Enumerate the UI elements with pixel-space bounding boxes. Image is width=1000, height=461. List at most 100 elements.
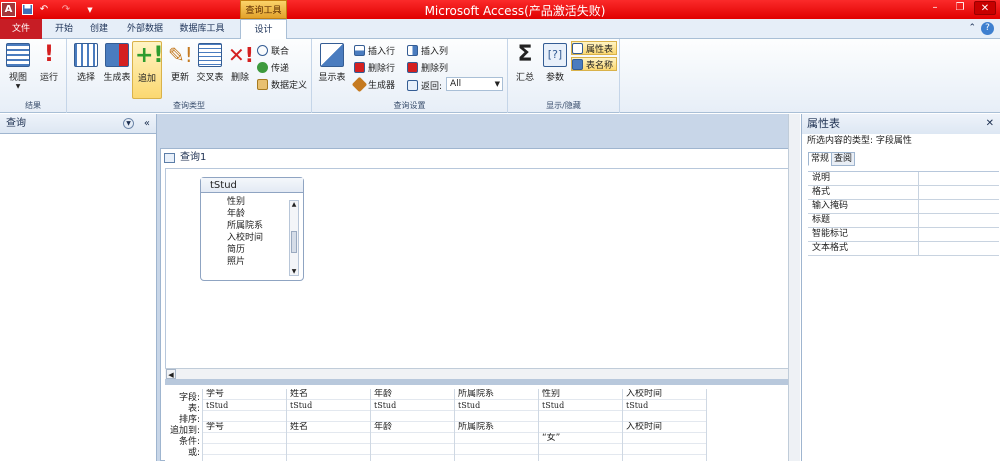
view-button[interactable]: 视图 ▼ — [3, 41, 33, 99]
grid-cell-sort[interactable] — [455, 411, 538, 422]
tab-file[interactable]: 文件 — [0, 19, 42, 39]
property-value[interactable] — [918, 214, 999, 227]
grid-cell-append-to[interactable]: 学号 — [203, 422, 286, 433]
tab-external-data[interactable]: 外部数据 — [122, 19, 168, 39]
tab-database-tools[interactable]: 数据库工具 — [174, 19, 230, 39]
tab-create[interactable]: 创建 — [85, 19, 113, 39]
query-tab[interactable]: 查询1 — [160, 150, 206, 166]
scroll-thumb[interactable] — [291, 231, 297, 253]
help-icon[interactable]: ? — [981, 22, 994, 35]
totals-button[interactable]: Σ 汇总 — [510, 41, 540, 99]
grid-cell-or[interactable] — [287, 444, 370, 455]
property-value[interactable] — [918, 242, 999, 255]
grid-cell-field[interactable]: 所属院系 — [455, 389, 538, 400]
nav-header[interactable]: 查询 ▼ « — [0, 114, 156, 134]
redo-icon[interactable]: ↷ — [58, 2, 74, 17]
grid-column[interactable]: 所属院系 tStud 所属院系 — [454, 389, 538, 461]
close-icon[interactable]: ✕ — [974, 1, 996, 15]
field-item[interactable]: 所属院系 — [201, 220, 303, 232]
pass-through-button[interactable]: 传递 — [257, 60, 289, 74]
collapse-icon[interactable]: « — [144, 114, 150, 134]
table-pane-scrollbar[interactable]: ◀ — [165, 368, 795, 379]
grid-cell-sort[interactable] — [371, 411, 454, 422]
union-button[interactable]: 联合 — [257, 43, 289, 57]
app-icon[interactable]: A — [1, 2, 16, 17]
maximize-icon[interactable]: ❐ — [949, 1, 971, 15]
grid-cell-table[interactable]: tStud — [371, 400, 454, 411]
property-row[interactable]: 说明 — [808, 172, 999, 186]
grid-column[interactable]: 入校时间 tStud 入校时间 — [622, 389, 706, 461]
field-item[interactable]: 简历 — [201, 244, 303, 256]
property-value[interactable] — [918, 186, 999, 199]
grid-cell-table[interactable]: tStud — [539, 400, 622, 411]
make-table-button[interactable]: 生成表 — [102, 41, 132, 99]
grid-cell-sort[interactable] — [203, 411, 286, 422]
field-list-scrollbar[interactable]: ▲ ▼ — [289, 200, 299, 276]
grid-cell-criteria[interactable] — [371, 433, 454, 444]
grid-cell-criteria[interactable] — [287, 433, 370, 444]
tab-general[interactable]: 常规 — [808, 152, 833, 166]
grid-cell-append-to[interactable] — [539, 422, 622, 433]
grid-cell-field[interactable]: 年龄 — [371, 389, 454, 400]
chevron-left-icon[interactable]: ◀ — [166, 369, 176, 379]
update-button[interactable]: ✎! 更新 — [165, 41, 195, 99]
append-button[interactable]: +! 追加 — [132, 41, 163, 99]
grid-cell-criteria[interactable] — [203, 433, 286, 444]
data-definition-button[interactable]: 数据定义 — [257, 77, 307, 91]
grid-cell-criteria[interactable] — [455, 433, 538, 444]
property-row[interactable]: 文本格式 — [808, 242, 999, 256]
close-icon[interactable]: ✕ — [986, 114, 994, 134]
grid-column[interactable]: 姓名 tStud 姓名 — [286, 389, 370, 461]
grid-cell-sort[interactable] — [287, 411, 370, 422]
grid-cell-field[interactable]: 姓名 — [287, 389, 370, 400]
grid-cell-table[interactable]: tStud — [287, 400, 370, 411]
field-item[interactable]: 入校时间 — [201, 232, 303, 244]
grid-cell-append-to[interactable]: 入校时间 — [623, 422, 706, 433]
delete-query-button[interactable]: ✕! 删除 — [225, 41, 255, 99]
grid-cell-field[interactable]: 学号 — [203, 389, 286, 400]
grid-cell-append-to[interactable]: 年龄 — [371, 422, 454, 433]
property-value[interactable] — [918, 200, 999, 213]
property-row[interactable]: 标题 — [808, 214, 999, 228]
document-scrollbar[interactable] — [788, 114, 800, 461]
table-names-button[interactable]: 表名称 — [571, 57, 618, 71]
undo-icon[interactable]: ↶ — [36, 2, 52, 17]
parameters-button[interactable]: [?] 参数 — [540, 41, 570, 99]
field-item[interactable]: 照片 — [201, 256, 303, 268]
save-icon[interactable] — [19, 2, 35, 17]
delete-columns-button[interactable]: 删除列 — [407, 60, 448, 74]
minimize-icon[interactable]: – — [924, 1, 946, 15]
builder-button[interactable]: 生成器 — [351, 76, 395, 92]
property-row[interactable]: 格式 — [808, 186, 999, 200]
grid-cell-or[interactable] — [539, 444, 622, 455]
grid-column[interactable]: 学号 tStud 学号 — [202, 389, 286, 461]
grid-cell-criteria[interactable]: “女” — [539, 433, 622, 444]
field-item[interactable]: 性别 — [201, 196, 303, 208]
field-list-tstud[interactable]: tStud 性别 年龄 所属院系 入校时间 简历 照片 ▲ ▼ — [200, 177, 304, 281]
grid-column[interactable]: 年龄 tStud 年龄 — [370, 389, 454, 461]
property-row[interactable]: 输入掩码 — [808, 200, 999, 214]
grid-cell-table[interactable]: tStud — [623, 400, 706, 411]
tab-home[interactable]: 开始 — [50, 19, 78, 39]
select-query-button[interactable]: 选择 — [71, 41, 101, 99]
crosstab-button[interactable]: 交叉表 — [195, 41, 225, 99]
delete-rows-button[interactable]: 删除行 — [354, 60, 395, 74]
insert-rows-button[interactable]: 插入行 — [354, 43, 395, 57]
grid-cell-sort[interactable] — [623, 411, 706, 422]
property-row[interactable]: 智能标记 — [808, 228, 999, 242]
grid-cell-field[interactable]: 性别 — [539, 389, 622, 400]
run-button[interactable]: ! 运行 — [34, 41, 64, 99]
grid-cell-criteria[interactable] — [623, 433, 706, 444]
grid-cell-field[interactable]: 入校时间 — [623, 389, 706, 400]
return-select[interactable]: All ▼ — [446, 77, 503, 91]
property-sheet-button[interactable]: 属性表 — [571, 41, 618, 55]
chevron-up-icon[interactable]: ▲ — [290, 201, 298, 208]
chevron-down-icon[interactable]: ▼ — [290, 268, 298, 275]
chevron-down-icon[interactable]: ▼ — [123, 118, 134, 129]
grid-cell-or[interactable] — [623, 444, 706, 455]
field-item[interactable]: 年龄 — [201, 208, 303, 220]
grid-column[interactable]: 性别 tStud “女” — [538, 389, 622, 461]
grid-cell-append-to[interactable]: 姓名 — [287, 422, 370, 433]
grid-cell-table[interactable]: tStud — [455, 400, 538, 411]
grid-cell-or[interactable] — [455, 444, 538, 455]
